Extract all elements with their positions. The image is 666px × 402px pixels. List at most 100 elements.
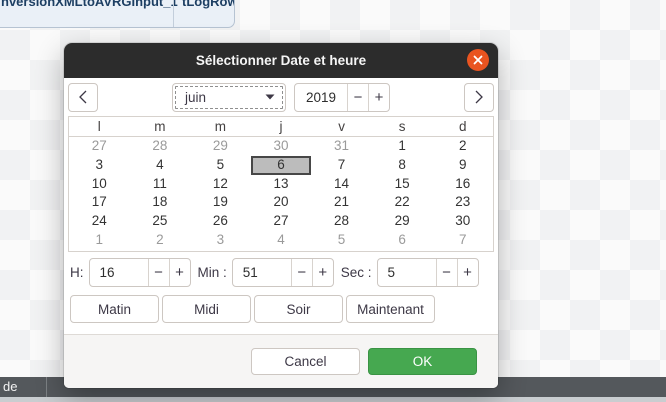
time-row: H: 16 − + Min : 51 − + Sec : 5 − + bbox=[64, 253, 498, 291]
calendar-day[interactable]: 28 bbox=[130, 137, 191, 156]
day-of-week-label: v bbox=[311, 117, 372, 136]
second-decrement-button[interactable]: − bbox=[436, 259, 457, 286]
hour-label: H: bbox=[70, 265, 84, 280]
calendar-day[interactable]: 4 bbox=[251, 231, 312, 250]
year-decrement-button[interactable]: − bbox=[347, 84, 368, 111]
calendar-day[interactable]: 3 bbox=[69, 156, 130, 175]
calendar-grid: 2728293031123456789101112131415161718192… bbox=[69, 137, 493, 250]
datetime-picker-dialog: Sélectionner Date et heure juin 2019 − + bbox=[64, 43, 498, 388]
minute-value[interactable]: 51 bbox=[233, 259, 291, 286]
calendar-day[interactable]: 15 bbox=[372, 175, 433, 194]
day-of-week-label: l bbox=[69, 117, 130, 136]
calendar-day[interactable]: 2 bbox=[432, 137, 493, 156]
month-dropdown-value: juin bbox=[185, 90, 206, 105]
month-dropdown[interactable]: juin bbox=[172, 83, 286, 112]
calendar-day[interactable]: 30 bbox=[251, 137, 312, 156]
calendar-day[interactable]: 7 bbox=[311, 156, 372, 175]
calendar-day[interactable]: 2 bbox=[130, 231, 191, 250]
close-button[interactable] bbox=[467, 49, 489, 71]
calendar-day[interactable]: 3 bbox=[190, 231, 251, 250]
minute-label: Min : bbox=[198, 265, 227, 280]
day-of-week-label: j bbox=[251, 117, 312, 136]
calendar-day[interactable]: 1 bbox=[372, 137, 433, 156]
hour-increment-button[interactable]: + bbox=[169, 259, 190, 286]
calendar-day[interactable]: 1 bbox=[69, 231, 130, 250]
calendar-day[interactable]: 28 bbox=[311, 212, 372, 231]
calendar-day[interactable]: 27 bbox=[251, 212, 312, 231]
calendar-day[interactable]: 9 bbox=[432, 156, 493, 175]
time-preset-button[interactable]: Maintenant bbox=[346, 295, 435, 323]
calendar-day-headers: lmmjvsd bbox=[69, 117, 493, 137]
calendar-day[interactable]: 11 bbox=[130, 175, 191, 194]
background-bottom-strip bbox=[0, 397, 666, 402]
calendar-day[interactable]: 10 bbox=[69, 175, 130, 194]
calendar-day[interactable]: 5 bbox=[311, 231, 372, 250]
bottom-bar-divider bbox=[46, 377, 47, 397]
second-label: Sec : bbox=[341, 265, 372, 280]
background-tab-conversion[interactable]: nversionXMLtoAVRGInput_1 bbox=[1, 0, 178, 9]
calendar-day[interactable]: 13 bbox=[251, 175, 312, 194]
next-month-button[interactable] bbox=[464, 83, 494, 112]
time-preset-button[interactable]: Midi bbox=[162, 295, 251, 323]
prev-month-button[interactable] bbox=[68, 83, 98, 112]
calendar-day[interactable]: 20 bbox=[251, 193, 312, 212]
calendar-day[interactable]: 31 bbox=[311, 137, 372, 156]
calendar-day[interactable]: 25 bbox=[130, 212, 191, 231]
calendar-day[interactable]: 7 bbox=[432, 231, 493, 250]
dialog-titlebar[interactable]: Sélectionner Date et heure bbox=[64, 43, 498, 78]
second-value[interactable]: 5 bbox=[378, 259, 436, 286]
tab-divider bbox=[173, 0, 174, 27]
calendar-day[interactable]: 21 bbox=[311, 193, 372, 212]
hour-value[interactable]: 16 bbox=[90, 259, 148, 286]
year-value[interactable]: 2019 bbox=[295, 84, 347, 111]
calendar-day[interactable]: 6 bbox=[251, 156, 312, 175]
hour-decrement-button[interactable]: − bbox=[148, 259, 169, 286]
time-preset-button[interactable]: Matin bbox=[70, 295, 159, 323]
year-increment-button[interactable]: + bbox=[368, 84, 389, 111]
background-tab-bar: nversionXMLtoAVRGInput_1 tLogRow_2 bbox=[0, 0, 235, 28]
calendar-day[interactable]: 17 bbox=[69, 193, 130, 212]
calendar-day[interactable]: 27 bbox=[69, 137, 130, 156]
calendar-nav-row: juin 2019 − + bbox=[64, 78, 498, 116]
time-preset-button[interactable]: Soir bbox=[254, 295, 343, 323]
time-preset-row: MatinMidiSoirMaintenant bbox=[64, 291, 498, 327]
calendar-day[interactable]: 18 bbox=[130, 193, 191, 212]
dialog-action-area: Cancel OK bbox=[64, 334, 498, 388]
second-spinner: 5 − + bbox=[377, 258, 479, 287]
second-increment-button[interactable]: + bbox=[457, 259, 478, 286]
minute-increment-button[interactable]: + bbox=[312, 259, 333, 286]
calendar-day[interactable]: 22 bbox=[372, 193, 433, 212]
cancel-button[interactable]: Cancel bbox=[251, 348, 360, 375]
calendar-day[interactable]: 4 bbox=[130, 156, 191, 175]
minute-decrement-button[interactable]: − bbox=[291, 259, 312, 286]
calendar-day[interactable]: 16 bbox=[432, 175, 493, 194]
calendar-day[interactable]: 12 bbox=[190, 175, 251, 194]
calendar-widget: lmmjvsd 27282930311234567891011121314151… bbox=[68, 116, 494, 252]
calendar-day[interactable]: 6 bbox=[372, 231, 433, 250]
dropdown-arrow-icon bbox=[265, 94, 275, 100]
calendar-day[interactable]: 29 bbox=[372, 212, 433, 231]
calendar-day[interactable]: 19 bbox=[190, 193, 251, 212]
calendar-day[interactable]: 29 bbox=[190, 137, 251, 156]
calendar-day[interactable]: 23 bbox=[432, 193, 493, 212]
calendar-day[interactable]: 8 bbox=[372, 156, 433, 175]
day-of-week-label: m bbox=[130, 117, 191, 136]
chevron-right-icon bbox=[473, 89, 485, 105]
calendar-day[interactable]: 14 bbox=[311, 175, 372, 194]
calendar-day[interactable]: 30 bbox=[432, 212, 493, 231]
day-of-week-label: s bbox=[372, 117, 433, 136]
ok-button[interactable]: OK bbox=[368, 348, 477, 375]
minute-spinner: 51 − + bbox=[232, 258, 334, 287]
close-icon bbox=[472, 54, 484, 66]
day-of-week-label: m bbox=[190, 117, 251, 136]
chevron-left-icon bbox=[77, 89, 89, 105]
calendar-day[interactable]: 24 bbox=[69, 212, 130, 231]
calendar-day[interactable]: 5 bbox=[190, 156, 251, 175]
calendar-day[interactable]: 26 bbox=[190, 212, 251, 231]
year-spinner: 2019 − + bbox=[294, 83, 390, 112]
background-tab-tlogrow[interactable]: tLogRow_2 bbox=[182, 0, 235, 9]
day-of-week-label: d bbox=[432, 117, 493, 136]
dialog-title: Sélectionner Date et heure bbox=[196, 53, 366, 68]
hour-spinner: 16 − + bbox=[89, 258, 191, 287]
bottom-bar-label: de bbox=[3, 379, 17, 394]
